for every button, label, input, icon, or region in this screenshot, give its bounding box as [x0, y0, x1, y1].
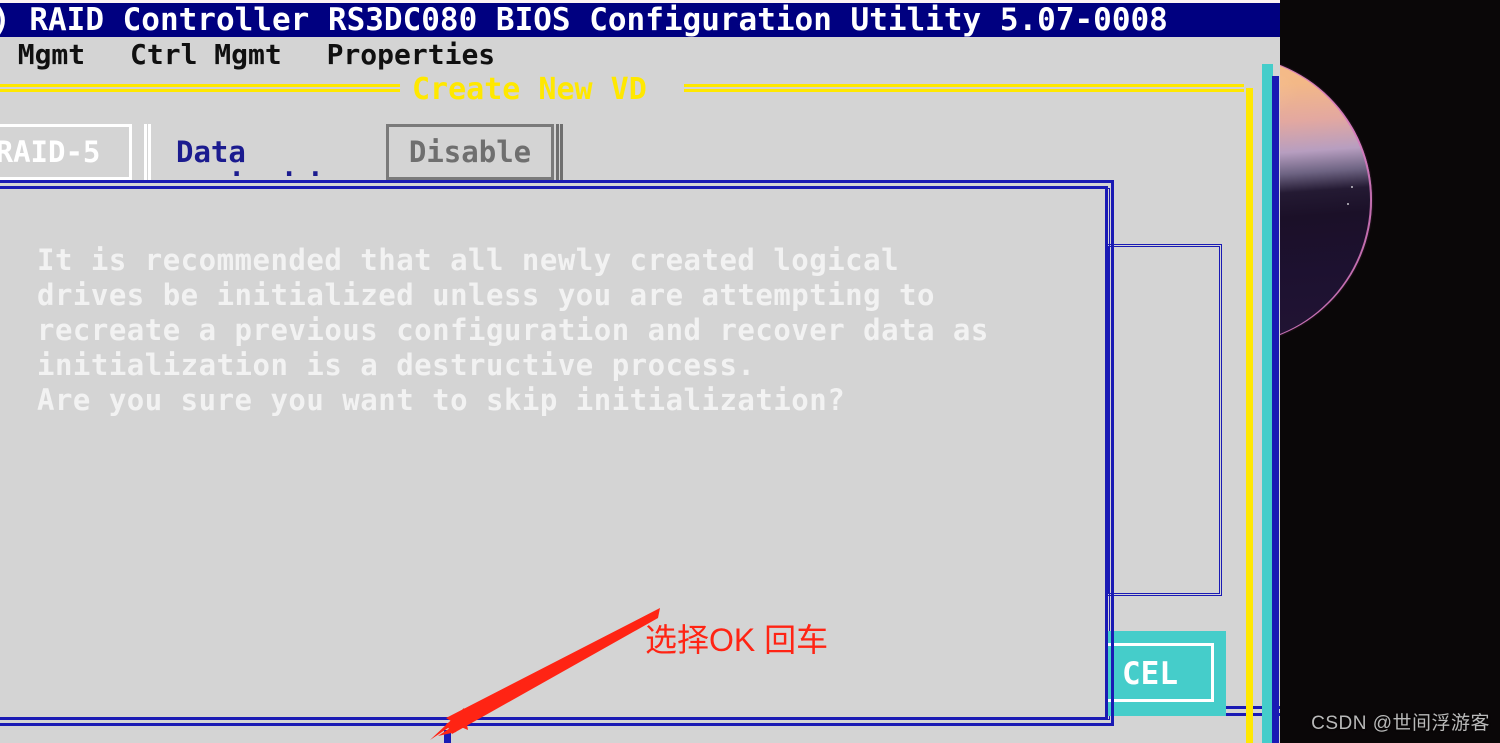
field-raid-level[interactable]: RAID-5: [0, 124, 132, 180]
background-cancel-label: CEL: [1122, 655, 1178, 692]
menu-bar: D Mgmt Ctrl Mgmt Properties: [0, 37, 1280, 72]
field-raid-level-caret: [144, 124, 151, 180]
field-disable-option-caret: [556, 124, 563, 180]
dialog-message: It is recommended that all newly created…: [37, 243, 989, 417]
field-raid-level-value: RAID-5: [0, 135, 101, 169]
bottom-tick: [444, 730, 451, 743]
menu-item-ctrl-mgmt[interactable]: Ctrl Mgmt: [130, 37, 282, 72]
planet-specks: [1280, 0, 1500, 743]
screenshot-root: CSDN @世间浮游客 ) RAID Controller RS3DC080 B…: [0, 0, 1500, 743]
field-data-protection[interactable]: Data _ . ..: [168, 124, 378, 183]
watermark: CSDN @世间浮游客: [1311, 713, 1490, 734]
confirmation-dialog: It is recommended that all newly created…: [0, 180, 1114, 740]
field-disable-option[interactable]: Disable: [386, 124, 554, 180]
section-rule-right: [684, 84, 1244, 92]
bios-screen: ) RAID Controller RS3DC080 BIOS Configur…: [0, 0, 1280, 743]
annotation-arrow-icon: [430, 608, 660, 740]
background-panel-inner: [1106, 244, 1222, 596]
field-data-protection-value: Data: [176, 135, 246, 169]
desktop-background: CSDN @世间浮游客: [1280, 0, 1500, 743]
annotation-label: 选择OK 回车: [645, 622, 829, 658]
menu-item-properties[interactable]: Properties: [327, 37, 496, 72]
field-disable-option-value: Disable: [408, 135, 532, 169]
background-cancel-button[interactable]: CEL: [1098, 631, 1226, 716]
rail-blue: [1272, 76, 1279, 743]
section-title: Create New VD: [412, 72, 647, 107]
window-title: ) RAID Controller RS3DC080 BIOS Configur…: [0, 3, 1280, 37]
section-rule-left: [0, 84, 400, 92]
menu-item-drive-mgmt[interactable]: D Mgmt: [0, 37, 85, 72]
rail-yellow: [1246, 88, 1253, 743]
